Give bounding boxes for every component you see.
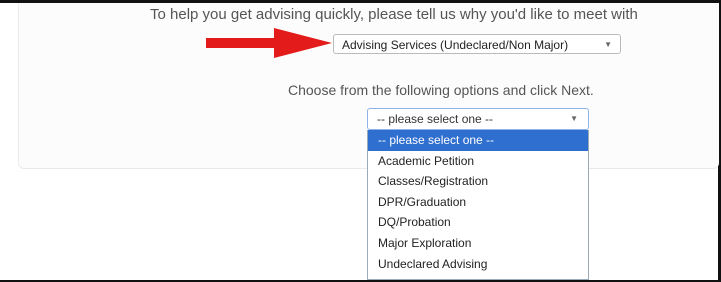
chevron-down-icon: ▼ (570, 114, 578, 123)
choose-instruction: Choose from the following options and cl… (288, 82, 594, 98)
reason-prompt: To help you get advising quickly, please… (150, 6, 638, 23)
option-select[interactable]: -- please select one -- ▼ (367, 108, 589, 130)
reason-select-value: Advising Services (Undeclared/Non Major) (342, 38, 569, 52)
option-select-value: -- please select one -- (377, 112, 494, 126)
dropdown-option[interactable]: DQ/Probation (368, 212, 588, 233)
reason-select[interactable]: Advising Services (Undeclared/Non Major)… (333, 34, 621, 54)
dropdown-option[interactable]: Classes/Registration (368, 171, 588, 192)
chevron-down-icon: ▼ (604, 40, 612, 49)
option-dropdown-list: -- please select one -- Academic Petitio… (367, 130, 589, 280)
dropdown-option[interactable]: Undeclared Advising (368, 254, 588, 275)
dropdown-option[interactable]: Academic Petition (368, 151, 588, 172)
dropdown-option[interactable]: -- please select one -- (368, 130, 588, 151)
red-arrow-icon (206, 28, 332, 58)
dropdown-option[interactable]: Major Exploration (368, 233, 588, 254)
dropdown-option[interactable]: DPR/Graduation (368, 192, 588, 213)
